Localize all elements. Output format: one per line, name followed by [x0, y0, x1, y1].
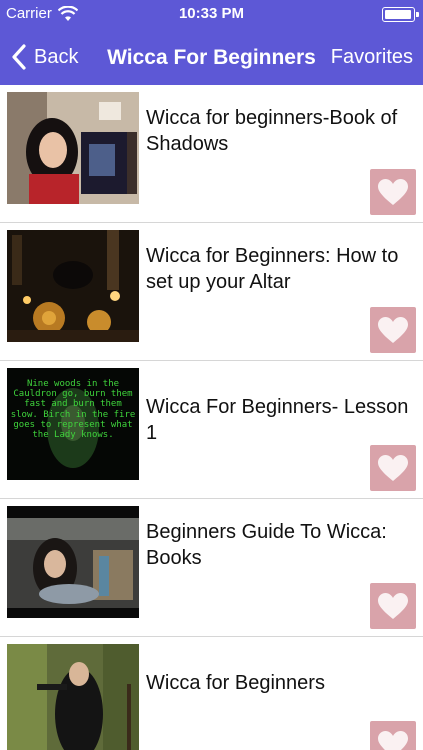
favorite-button[interactable] [370, 307, 416, 353]
video-title: Wicca for Beginners [146, 672, 325, 694]
heart-icon [378, 730, 408, 750]
video-thumbnail: Nine woods in the Cauldron go, burn them… [7, 368, 139, 480]
thumbnail-caption: Nine woods in the Cauldron go, burn them… [10, 379, 136, 441]
navigation-bar: Back Wicca For Beginners Favorites [0, 36, 423, 80]
video-row[interactable]: Beginners Guide To Wicca: Books [0, 499, 423, 637]
video-row[interactable]: Wicca for Beginners [0, 637, 423, 750]
back-button[interactable]: Back [10, 44, 78, 70]
video-row[interactable]: Wicca for Beginners: How to set up your … [0, 223, 423, 361]
battery-icon [382, 7, 419, 22]
thumbnail-image [7, 230, 139, 342]
video-thumbnail [7, 230, 139, 342]
video-row[interactable]: Nine woods in the Cauldron go, burn them… [0, 361, 423, 499]
favorite-button[interactable] [370, 721, 416, 750]
video-title: Wicca For Beginners- Lesson 1 [146, 396, 409, 444]
video-title: Beginners Guide To Wicca: Books [146, 521, 387, 569]
clock: 10:33 PM [178, 5, 245, 22]
thumbnail-image [7, 506, 139, 618]
chevron-left-icon [12, 44, 26, 70]
video-thumbnail [7, 644, 139, 750]
heart-icon [378, 316, 408, 343]
video-title: Wicca for beginners-Book of Shadows [146, 107, 398, 155]
favorite-button[interactable] [370, 169, 416, 215]
heart-icon [378, 592, 408, 619]
video-thumbnail [7, 92, 139, 204]
thumbnail-image [7, 644, 139, 750]
back-label: Back [34, 45, 79, 68]
favorites-button[interactable]: Favorites [331, 46, 413, 69]
favorite-button[interactable] [370, 583, 416, 629]
app-header: Carrier 10:33 PM Back Wicca For Beginner… [0, 0, 423, 85]
video-title: Wicca for Beginners: How to set up your … [146, 245, 399, 293]
video-thumbnail [7, 506, 139, 618]
video-row[interactable]: Wicca for beginners-Book of Shadows [0, 85, 423, 223]
favorite-button[interactable] [370, 445, 416, 491]
thumbnail-image [7, 92, 139, 204]
heart-icon [378, 454, 408, 481]
status-bar: Carrier 10:33 PM [0, 0, 423, 28]
heart-icon [378, 178, 408, 205]
